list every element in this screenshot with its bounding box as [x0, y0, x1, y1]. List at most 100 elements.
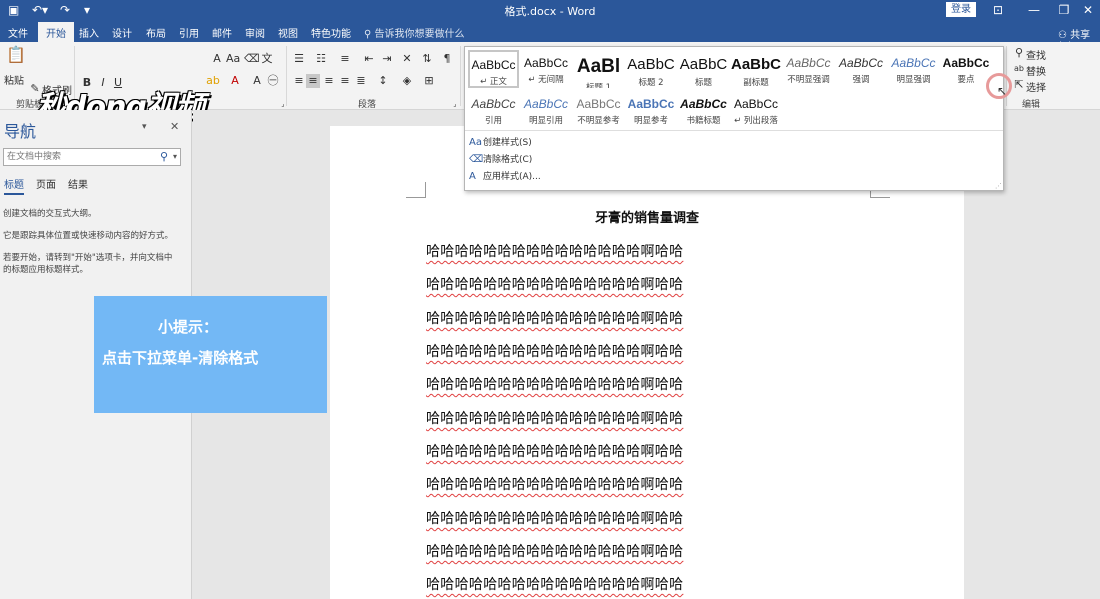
increase-indent-icon[interactable]: ⇥ [380, 52, 394, 66]
borders-icon[interactable]: ⊞ [422, 74, 436, 88]
nav-tab-headings[interactable]: 标题 [4, 176, 24, 195]
decrease-indent-icon[interactable]: ⇤ [362, 52, 376, 66]
style-item[interactable]: AaBbCc 不明显参考 [573, 91, 624, 129]
align-right-icon[interactable]: ≡ [322, 74, 336, 88]
style-item[interactable]: AaBbCc 引用 [468, 91, 519, 129]
style-item[interactable]: AaBbCc 强调 [836, 50, 887, 88]
tab-file[interactable]: 文件 [8, 25, 28, 40]
tab-view[interactable]: 视图 [278, 25, 298, 40]
style-name: 不明显强调 [787, 75, 830, 85]
minimize-icon[interactable]: — [1024, 2, 1044, 18]
style-item[interactable]: AaBbCc 要点 [941, 50, 992, 88]
document-line[interactable]: 哈哈哈哈哈哈哈哈哈哈哈哈哈哈哈啊哈哈 [426, 474, 683, 494]
tell-me-box[interactable]: ⚲ 告诉我你想要做什么 [364, 25, 465, 40]
style-name: ↵ 正文 [480, 77, 507, 87]
find-icon[interactable]: ⚲ [1012, 46, 1026, 60]
style-item[interactable]: AaBbCc ↵ 正文 [468, 50, 519, 88]
char-shading-icon[interactable]: A [250, 74, 264, 88]
style-item[interactable]: AaBbC 标题 [678, 50, 729, 88]
tab-insert[interactable]: 插入 [79, 25, 99, 40]
style-item[interactable]: AaBbCc 书籍标题 [678, 91, 729, 129]
tab-special[interactable]: 特色功能 [311, 25, 351, 40]
dialog-launcher-icon[interactable]: ⌟ [276, 97, 290, 111]
tab-references[interactable]: 引用 [179, 25, 199, 40]
style-item[interactable]: AaBbCc 明显强调 [888, 50, 939, 88]
document-line[interactable]: 哈哈哈哈哈哈哈哈哈哈哈哈哈哈哈啊哈哈 [426, 374, 683, 394]
document-line[interactable]: 哈哈哈哈哈哈哈哈哈哈哈哈哈哈哈啊哈哈 [426, 308, 683, 328]
font-size-down-icon[interactable]: A [210, 52, 224, 66]
style-sample: AaBbCc [891, 56, 936, 70]
style-item[interactable]: AaBl 标题 1 [573, 50, 624, 88]
sort-icon[interactable]: ⇅ [420, 52, 434, 66]
login-button[interactable]: 登录 [946, 2, 976, 17]
document-line[interactable]: 哈哈哈哈哈哈哈哈哈哈哈哈哈哈哈啊哈哈 [426, 341, 683, 361]
document-line[interactable]: 哈哈哈哈哈哈哈哈哈哈哈哈哈哈哈啊哈哈 [426, 274, 683, 294]
style-item[interactable]: AaBbC 副标题 [731, 50, 782, 88]
replace-icon[interactable]: ab [1012, 62, 1026, 76]
search-input[interactable] [4, 149, 154, 165]
style-item[interactable]: AaBbCc 不明显强调 [783, 50, 834, 88]
person-icon: ⚇ [1058, 30, 1071, 41]
divider [460, 46, 461, 106]
align-center-icon[interactable]: ≡ [306, 74, 320, 88]
style-name: 副标题 [743, 78, 769, 88]
style-item[interactable]: AaBbCc ↵ 无间隔 [521, 50, 572, 88]
find-label[interactable]: 查找 [1026, 47, 1046, 62]
ribbon-display-icon[interactable]: ⊡ [988, 2, 1008, 18]
style-item[interactable]: AaBbCc ↵ 列出段落 [731, 91, 782, 129]
close-icon[interactable]: ✕ [170, 120, 179, 133]
chevron-down-icon[interactable]: ▾ [173, 152, 177, 161]
paste-label[interactable]: 粘贴 [4, 72, 24, 87]
line-spacing-icon[interactable]: ↕ [376, 74, 390, 88]
distributed-icon[interactable]: ≣ [354, 74, 368, 88]
style-name: 标题 [694, 78, 712, 88]
replace-label[interactable]: 替换 [1026, 63, 1046, 78]
justify-icon[interactable]: ≡ [338, 74, 352, 88]
document-line[interactable]: 哈哈哈哈哈哈哈哈哈哈哈哈哈哈哈啊哈哈 [426, 408, 683, 428]
enclose-char-icon[interactable]: ㊀ [266, 74, 280, 88]
tip-body: 点击下拉菜单-清除格式 [102, 349, 259, 367]
document-line[interactable]: 哈哈哈哈哈哈哈哈哈哈哈哈哈哈哈啊哈哈 [426, 541, 683, 561]
change-case-icon[interactable]: Aa [226, 52, 240, 66]
document-line[interactable]: 哈哈哈哈哈哈哈哈哈哈哈哈哈哈哈啊哈哈 [426, 241, 683, 261]
style-item[interactable]: AaBbC 标题 2 [626, 50, 677, 88]
close-icon[interactable]: ✕ [1078, 2, 1098, 18]
nav-options-icon[interactable]: ▾ [142, 122, 147, 132]
resize-grip-icon[interactable]: ⋰ [995, 182, 1002, 190]
clear-formatting-menu-item[interactable]: ⌫清除格式(C) [469, 152, 532, 165]
create-style-menu-item[interactable]: Aa创建样式(S) [469, 135, 532, 148]
nav-search-box[interactable]: ⚲ ▾ [3, 148, 181, 166]
tab-mailings[interactable]: 邮件 [212, 25, 232, 40]
document-heading[interactable]: 牙膏的销售量调查 [330, 207, 964, 226]
chinese-layout-icon[interactable]: ✕ [400, 52, 414, 66]
clear-formatting-icon[interactable]: ⌫ [244, 52, 260, 66]
highlight-icon[interactable]: ab [206, 74, 220, 88]
search-icon[interactable]: ⚲ [160, 150, 168, 163]
align-left-icon[interactable]: ≡ [292, 74, 306, 88]
nav-tab-pages[interactable]: 页面 [36, 176, 56, 191]
phonetic-icon[interactable]: 文 [260, 52, 274, 66]
numbering-icon[interactable]: ☷ [314, 52, 328, 66]
tab-layout[interactable]: 布局 [146, 25, 166, 40]
restore-icon[interactable]: ❐ [1054, 2, 1074, 18]
select-label[interactable]: 选择 [1026, 79, 1046, 94]
multilevel-list-icon[interactable]: ≡ [338, 52, 352, 66]
nav-tab-results[interactable]: 结果 [68, 176, 88, 191]
tab-design[interactable]: 设计 [112, 25, 132, 40]
document-line[interactable]: 哈哈哈哈哈哈哈哈哈哈哈哈哈哈哈啊哈哈 [426, 574, 683, 594]
bullets-icon[interactable]: ☰ [292, 52, 306, 66]
tab-home[interactable]: 开始 [38, 22, 74, 42]
tab-review[interactable]: 审阅 [245, 25, 265, 40]
select-icon[interactable]: ⇱ [1012, 78, 1026, 92]
show-marks-icon[interactable]: ¶ [440, 52, 454, 66]
document-line[interactable]: 哈哈哈哈哈哈哈哈哈哈哈哈哈哈哈啊哈哈 [426, 441, 683, 461]
style-item[interactable]: AaBbCc 明显引用 [521, 91, 572, 129]
style-item[interactable]: AaBbCc 明显参考 [626, 91, 677, 129]
document-line[interactable]: 哈哈哈哈哈哈哈哈哈哈哈哈哈哈哈啊哈哈 [426, 508, 683, 528]
font-color-icon[interactable]: A [228, 74, 242, 88]
style-name: 书籍标题 [686, 116, 721, 126]
shading-icon[interactable]: ◈ [400, 74, 414, 88]
paste-icon[interactable]: 📋 [6, 47, 26, 68]
apply-styles-menu-item[interactable]: A 应用样式(A)... [469, 169, 541, 182]
editing-group-label: 编辑 [1022, 100, 1041, 110]
